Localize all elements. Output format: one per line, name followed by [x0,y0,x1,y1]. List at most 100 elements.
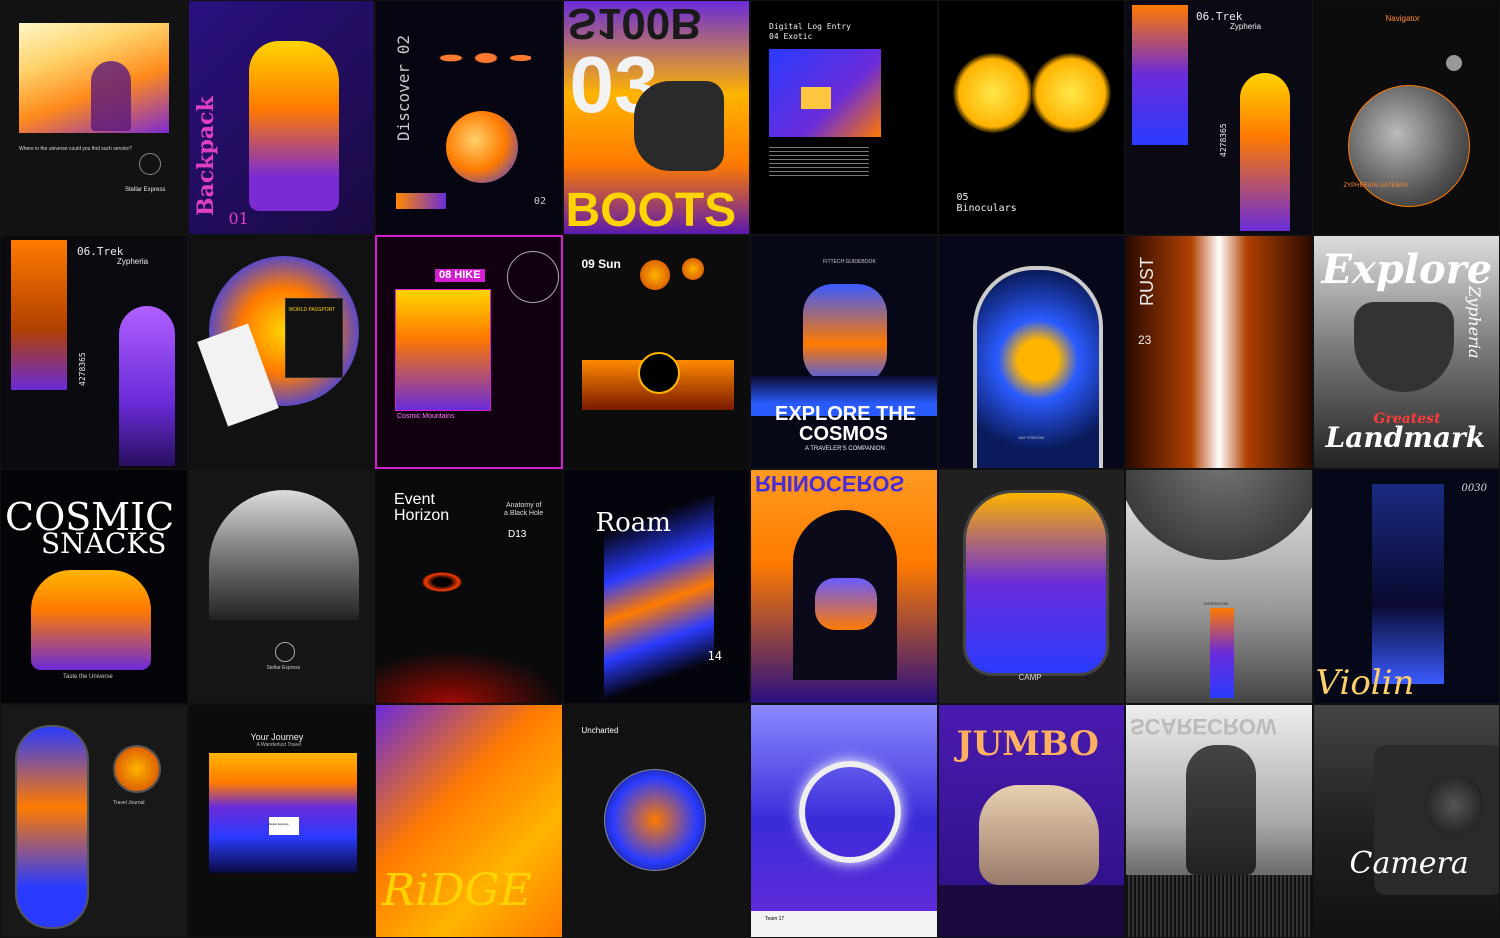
emblem-icon [274,642,295,662]
eclipse-ring [637,351,680,394]
poster-tile-7[interactable]: 06.Trek Zypheria 4278365 [1125,0,1313,235]
poster-tile-19[interactable]: Event Horizon Anatomy of a Black Hole D1… [375,469,563,704]
poster-title-line2: Horizon [394,507,450,524]
poster-title: CAMP [1018,673,1042,682]
ground [938,884,1125,938]
poster-subtitle-2: Landmark [1325,420,1486,454]
poster-tile-29[interactable]: Team 17 [750,703,938,938]
camera-lens [1423,774,1484,835]
poster-tile-16[interactable]: Explore Zypheria Greatest Landmark [1312,234,1500,469]
poster-tile-24[interactable]: 0030 Violin [1312,469,1500,704]
poster-tile-27[interactable]: RiDGE [375,703,563,938]
poster-tile-23[interactable]: EXPEDITION [1125,469,1313,704]
poster-tile-28[interactable]: Uncharted [562,703,750,938]
poster-title: Explore [1321,245,1493,293]
food-piece [801,87,831,109]
poster-tile-20[interactable]: Roam 14 [562,469,750,704]
spaceship-figure [803,283,887,384]
capsule-photo [15,724,89,929]
passport-label: WORLD PASSPORT [288,306,336,313]
poster-number: 05 [956,192,969,203]
poster-tile-25[interactable]: Travel Journal [0,703,188,938]
mountain-photo [395,288,491,411]
poster-title: Camera [1349,845,1469,881]
poster-tile-4[interactable]: S100B 03 BOOTS [562,0,750,235]
poster-tile-22[interactable]: CAMP [937,469,1125,704]
arch-photo [119,305,175,466]
poster-tile-26[interactable]: Your Journey A Wanderlust Travel Stellar… [187,703,375,938]
dial-icon [139,153,161,175]
poster-tile-2[interactable]: Backpack 01 [187,0,375,235]
red-glow [376,650,562,703]
poster-title: SCARECROW [1130,713,1277,739]
poster-number: 01 [228,209,249,228]
poster-title: JUMBO [956,723,1099,764]
poster-title: RiDGE [382,864,532,916]
poster-tile-31[interactable]: SCARECROW [1125,703,1313,938]
binocular-lens-left [952,53,1033,133]
sun-orb-1 [639,259,670,290]
poster-tile-3[interactable]: Discover 02 02 [375,0,563,235]
poster-tile-1[interactable]: Where in the universe could you find suc… [0,0,188,235]
poster-tile-6[interactable]: 05 Binoculars [937,0,1125,235]
moon-orb [1125,469,1312,560]
team-label: Team 17 [765,915,785,922]
poster-title: Uncharted [581,725,619,735]
poster-tile-21[interactable]: RHINOCEROS [750,469,938,704]
poster-title: Roam [595,508,671,538]
brand-label: Zypheria [1464,285,1484,358]
scarecrow-figure [1186,744,1256,875]
log-text-block [769,147,869,177]
poster-tile-8[interactable]: Navigator ZYPHERIAN GATEWAY [1312,0,1500,235]
poster-title-line2: COSMOS [799,422,888,445]
poster-tile-12[interactable]: 09 Sun [562,234,750,469]
poster-tile-11[interactable]: 08 HIKE Cosmic Mountains [375,234,563,469]
boots-figure [633,81,724,171]
poster-subtitle-1: Anatomy of [506,502,542,509]
poster-title-line2: SNACKS [41,527,167,560]
poster-number: 02 [534,196,547,207]
statue-figure [31,570,151,670]
poster-tile-17[interactable]: COSMIC SNACKS Taste the Universe [0,469,188,704]
poster-tile-9[interactable]: 06.Trek Zypheria 4278365 [0,234,188,469]
arch-photo [1240,73,1290,231]
binocular-lens-right [1030,53,1111,133]
poster-title: Discover 02 [394,35,413,141]
poster-subtitle-2: a Black Hole [504,510,544,517]
poster-title: RUST [1137,256,1157,306]
log-subheader: 04 Exotic [769,32,813,41]
brand-label: Stellar Express [266,665,301,671]
code-label: 4278365 [78,351,87,386]
map-panel [1132,5,1188,145]
globe-wireframe [507,250,559,303]
poster-tile-10[interactable]: WORLD PASSPORT [187,234,375,469]
sun-orb [113,744,161,793]
planet-orb [446,111,518,183]
log-header: Digital Log Entry [769,22,851,31]
poster-tile-18[interactable]: Stellar Express [187,469,375,704]
poster-title: 09 Sun [581,256,621,271]
moon-icon [1445,55,1462,71]
poster-number: 23 [1138,332,1152,347]
poster-tile-15[interactable]: RUST 23 [1125,234,1313,469]
poster-footer: ZYPHERIAN GATEWAY [1343,183,1409,189]
brand-label: Stellar Express [268,821,289,826]
poster-tile-32[interactable]: Camera [1312,703,1500,938]
station-label: SAY STATION [1018,434,1045,440]
poster-number: 0030 [1461,483,1487,494]
rhino-figure [815,578,877,630]
expedition-card [1210,608,1234,698]
floating-island [1353,301,1454,392]
brand-label: Zypheria [1230,22,1262,31]
poster-tile-13[interactable]: FITTECH GUIDEBOOK EXPLORE THE COSMOS A T… [750,234,938,469]
expedition-label: EXPEDITION [1204,601,1229,606]
poster-number: 14 [707,649,722,663]
poster-footer: Taste the Universe [63,674,113,680]
poster-title-bottom: BOOTS [565,184,737,235]
orange-strip [396,193,446,209]
poster-tile-5[interactable]: Digital Log Entry 04 Exotic [750,0,938,235]
black-hole [422,572,462,592]
poster-tile-14[interactable]: SAY STATION [937,234,1125,469]
poster-tile-30[interactable]: JUMBO [937,703,1125,938]
poster-title-line1: EXPLORE THE [775,402,917,425]
